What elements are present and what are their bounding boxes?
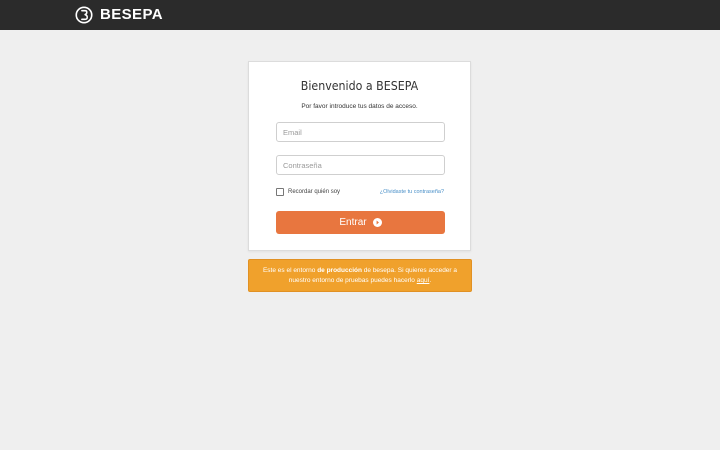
remember-me[interactable]: Recordar quién soy <box>276 187 340 197</box>
notice-text-bold: de producción <box>317 267 362 274</box>
environment-notice: Este es el entorno de producción de bese… <box>248 259 472 292</box>
top-navbar: BESEPA <box>0 0 720 30</box>
password-field[interactable] <box>276 155 445 175</box>
arrow-circle-right-icon <box>372 218 382 227</box>
sandbox-link[interactable]: aquí <box>417 277 430 284</box>
email-field[interactable] <box>276 122 445 142</box>
login-submit-label: Entrar <box>339 217 367 228</box>
remember-me-checkbox[interactable] <box>276 188 284 196</box>
remember-me-label: Recordar quién soy <box>288 189 341 195</box>
notice-text-before: Este es el entorno <box>262 267 316 274</box>
login-title: Bienvenido a BESEPA <box>300 79 419 93</box>
brand-name: BESEPA <box>100 6 163 23</box>
forgot-password-link[interactable]: ¿Olvidaste tu contraseña? <box>380 187 444 197</box>
login-card: Bienvenido a BESEPA Por favor introduce … <box>248 61 471 251</box>
login-submit-button[interactable]: Entrar <box>276 211 445 234</box>
login-subtitle: Por favor introduce tus datos de acceso. <box>301 103 418 110</box>
notice-text-middle: de besepa. Si quieres acceder a nuestro … <box>288 267 458 284</box>
besepa-logo-icon <box>75 6 93 24</box>
brand[interactable]: BESEPA <box>75 4 163 26</box>
notice-text-end: . <box>429 277 432 284</box>
